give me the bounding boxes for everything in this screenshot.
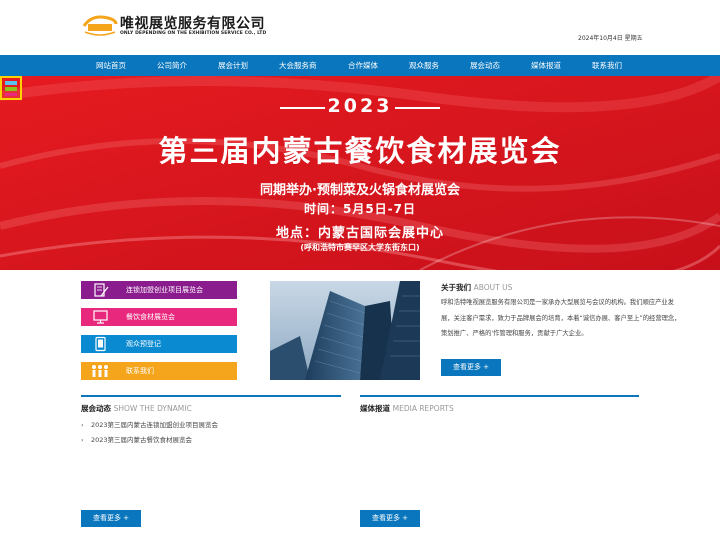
news-heading: 展会动态 SHOW THE DYNAMIC	[81, 403, 192, 414]
people-icon	[92, 365, 108, 377]
menu-contact[interactable]: 联系我们	[81, 362, 237, 380]
nav-visitor-service[interactable]: 观众服务	[409, 55, 439, 76]
news-item[interactable]: › 2023第三届内蒙古连锁加盟创业项目展览会	[81, 419, 218, 429]
monitor-icon	[93, 310, 108, 324]
nav-contact[interactable]: 联系我们	[592, 55, 622, 76]
site-header: 唯视展览服务有限公司 ONLY DEPENDING ON THE EXHIBIT…	[0, 0, 720, 55]
nav-service-provider[interactable]: 大会服务商	[279, 55, 317, 76]
company-subtitle: ONLY DEPENDING ON THE EXHIBITION SERVICE…	[120, 31, 267, 36]
current-date: 2024年10月4日 星期五	[578, 35, 643, 42]
media-more-button[interactable]: 查看更多 +	[360, 510, 420, 527]
menu-franchise-expo[interactable]: 连锁加盟创业项目展览会	[81, 281, 237, 299]
nav-show-news[interactable]: 展会动态	[470, 55, 500, 76]
banner-address: (呼和浩特市赛罕区大学东街东口)	[300, 243, 420, 252]
nav-about[interactable]: 公司简介	[157, 55, 187, 76]
hero-banner[interactable]: 2023 第三届内蒙古餐饮食材展览会 同期举办·预制菜及火锅食材展览会 时间：5…	[0, 76, 720, 270]
about-text: 呼和浩特唯视展览服务有限公司是一家承办大型展览与会议的机构。我们顺应产业发展，关…	[441, 299, 681, 337]
banner-subtitle: 同期举办·预制菜及火锅食材展览会	[260, 183, 460, 198]
news-title-en: SHOW THE DYNAMIC	[113, 404, 192, 413]
menu-visitor-register-label: 观众预登记	[126, 340, 161, 348]
banner-time: 时间：5月5日-7日	[303, 202, 417, 216]
menu-visitor-register[interactable]: 观众预登记	[81, 335, 237, 353]
media-heading: 媒体报道 MEDIA REPORTS	[360, 403, 454, 414]
menu-contact-label: 联系我们	[126, 367, 154, 375]
about-title-en: ABOUT US	[473, 283, 513, 292]
nav-home[interactable]: 网站首页	[96, 55, 126, 76]
nav-media-reports[interactable]: 媒体报道	[531, 55, 561, 76]
news-item-label: 2023第三届内蒙古餐饮食材展览会	[91, 436, 193, 444]
building-photo	[270, 281, 420, 380]
news-more-button[interactable]: 查看更多 +	[81, 510, 141, 527]
news-title: 展会动态	[81, 404, 111, 413]
nav-media-partners[interactable]: 合作媒体	[348, 55, 378, 76]
banner-location: 地点：内蒙古国际会展中心	[275, 226, 444, 241]
divider-media	[360, 395, 639, 397]
chevron-right-icon: ›	[81, 421, 84, 429]
banner-year: 2023	[327, 95, 393, 117]
media-title: 媒体报道	[360, 404, 390, 413]
about-heading: 关于我们 ABOUT US	[441, 282, 512, 293]
main-nav: 网站首页 公司简介 展会计划 大会服务商 合作媒体 观众服务 展会动态 媒体报道…	[0, 55, 720, 76]
company-name: 唯视展览服务有限公司	[120, 16, 265, 32]
news-item[interactable]: › 2023第三届内蒙古餐饮食材展览会	[81, 434, 192, 444]
chevron-right-icon: ›	[81, 436, 84, 444]
banner-title: 第三届内蒙古餐饮食材展览会	[158, 134, 562, 168]
menu-food-expo[interactable]: 餐饮食材展览会	[81, 308, 237, 326]
media-title-en: MEDIA REPORTS	[392, 404, 454, 413]
about-title: 关于我们	[441, 283, 471, 292]
menu-franchise-expo-label: 连锁加盟创业项目展览会	[126, 286, 203, 294]
divider-news	[81, 395, 341, 397]
about-more-button[interactable]: 查看更多 +	[441, 359, 501, 376]
news-item-label: 2023第三届内蒙古连锁加盟创业项目展览会	[91, 421, 219, 429]
menu-food-expo-label: 餐饮食材展览会	[126, 313, 175, 321]
company-logo-icon[interactable]	[82, 12, 118, 38]
tablet-icon	[95, 336, 106, 352]
nav-plan[interactable]: 展会计划	[218, 55, 248, 76]
document-pen-icon	[94, 283, 109, 297]
